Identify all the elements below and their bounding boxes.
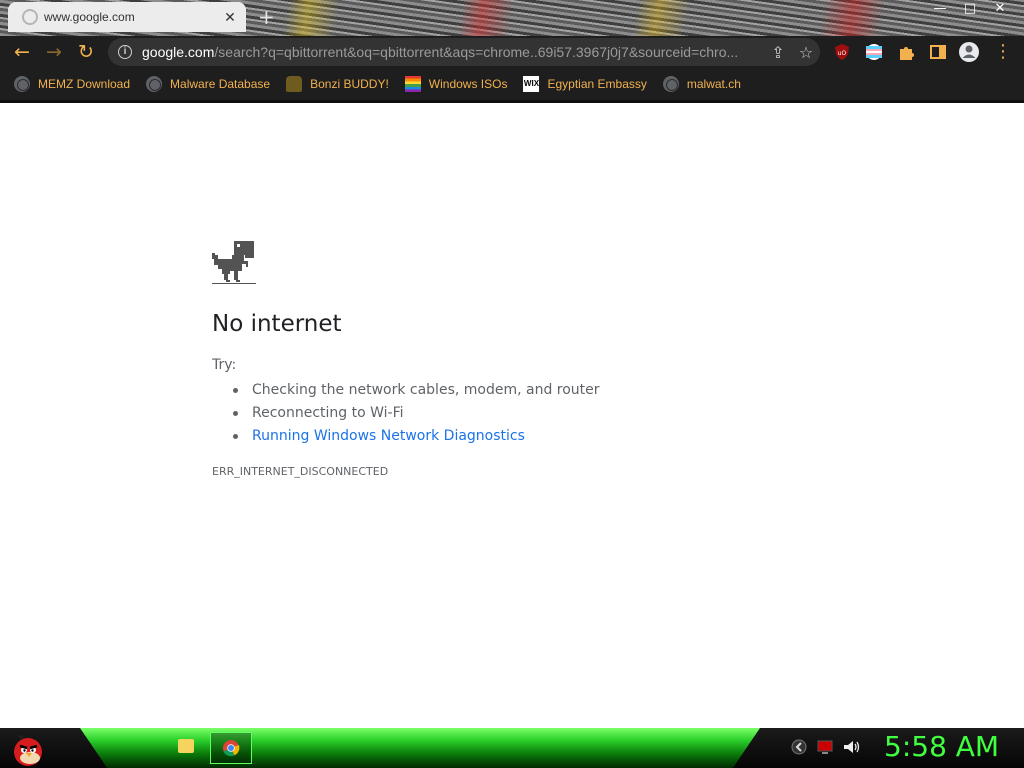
browser-menu-icon[interactable]: ⋮ — [990, 39, 1016, 65]
try-label: Try: — [212, 357, 237, 373]
globe-icon — [146, 76, 163, 92]
maximize-button[interactable]: □ — [954, 0, 986, 18]
svg-text:uO: uO — [838, 50, 847, 57]
offline-dino-icon — [212, 241, 256, 284]
page-content: No internet Try: Checking the network ca… — [0, 103, 1024, 728]
back-button[interactable]: ← — [9, 39, 35, 65]
bonzi-icon — [286, 76, 303, 92]
bookmark-label: Egyptian Embassy — [547, 77, 647, 91]
profile-avatar-icon[interactable] — [958, 41, 980, 63]
reload-button[interactable]: ↻ — [73, 39, 99, 65]
file-explorer-folder-icon[interactable] — [178, 739, 194, 753]
bookmark-windows-isos[interactable]: Windows ISOs — [404, 76, 508, 92]
address-bar[interactable]: i google.com/search?q=qbittorrent&oq=qbi… — [108, 38, 820, 66]
bookmark-malwat-ch[interactable]: malwat.ch — [662, 76, 741, 92]
flag-extension-icon[interactable] — [865, 43, 883, 61]
bookmark-label: MEMZ Download — [38, 77, 131, 91]
suggestion-check-cables: Checking the network cables, modem, and … — [212, 379, 600, 402]
site-info-icon[interactable]: i — [118, 45, 132, 59]
start-button-angry-bird-icon[interactable] — [8, 730, 48, 766]
error-code: ERR_INTERNET_DISCONNECTED — [212, 465, 389, 478]
taskbar-clock[interactable]: 5:58 AM — [884, 730, 999, 763]
network-disconnected-icon[interactable] — [816, 738, 834, 756]
forward-button[interactable]: → — [41, 39, 67, 65]
bookmarks-bar: MEMZ Download Malware Database Bonzi BUD… — [0, 68, 1024, 100]
browser-toolbar: ← → ↻ i google.com/search?q=qbittorrent&… — [0, 36, 1024, 68]
chrome-icon — [223, 740, 240, 757]
tray-app-icon[interactable] — [790, 738, 808, 756]
page-title: No internet — [212, 311, 342, 337]
run-network-diagnostics-link[interactable]: Running Windows Network Diagnostics — [212, 425, 600, 448]
wix-icon: WIX — [523, 76, 540, 92]
globe-icon — [662, 76, 679, 92]
title-bar: www.google.com ✕ + — □ ✕ — [0, 0, 1024, 36]
share-icon[interactable]: ⇪ — [764, 43, 792, 62]
bookmark-label: Bonzi BUDDY! — [310, 77, 389, 91]
bookmark-malware-database[interactable]: Malware Database — [146, 76, 270, 92]
url-path: /search?q=qbittorrent&oq=qbittorrent&aqs… — [214, 44, 739, 60]
bookmark-bonzi-buddy[interactable]: Bonzi BUDDY! — [286, 76, 389, 92]
suggestion-list: Checking the network cables, modem, and … — [212, 379, 600, 448]
taskbar: 5:58 AM — [0, 728, 1024, 768]
tab-close-icon[interactable]: ✕ — [222, 9, 238, 26]
tab-title: www.google.com — [44, 10, 135, 24]
bookmark-egyptian-embassy[interactable]: WIX Egyptian Embassy — [523, 76, 647, 92]
minimize-button[interactable]: — — [924, 0, 956, 18]
suggestion-reconnect-wifi: Reconnecting to Wi-Fi — [212, 402, 600, 425]
loading-favicon-icon — [22, 9, 38, 25]
bookmark-label: malwat.ch — [686, 77, 741, 91]
ublock-origin-icon[interactable]: uO — [833, 43, 851, 61]
new-tab-button[interactable]: + — [258, 5, 275, 29]
bookmark-label: Windows ISOs — [428, 77, 508, 91]
tab-active[interactable]: www.google.com ✕ — [8, 2, 246, 32]
bookmark-memz-download[interactable]: MEMZ Download — [14, 76, 130, 92]
bookmark-label: Malware Database — [170, 77, 271, 91]
side-panel-icon[interactable] — [929, 43, 947, 61]
url-text[interactable]: google.com/search?q=qbittorrent&oq=qbitt… — [142, 44, 764, 60]
url-host: google.com — [142, 44, 215, 60]
close-window-button[interactable]: ✕ — [984, 0, 1016, 18]
volume-icon[interactable] — [842, 738, 860, 756]
rainbow-flag-icon — [404, 76, 421, 92]
chrome-taskbar-button[interactable] — [210, 732, 252, 764]
extensions-puzzle-icon[interactable] — [897, 43, 915, 61]
globe-icon — [14, 76, 30, 92]
bookmark-star-icon[interactable]: ☆ — [792, 43, 820, 62]
